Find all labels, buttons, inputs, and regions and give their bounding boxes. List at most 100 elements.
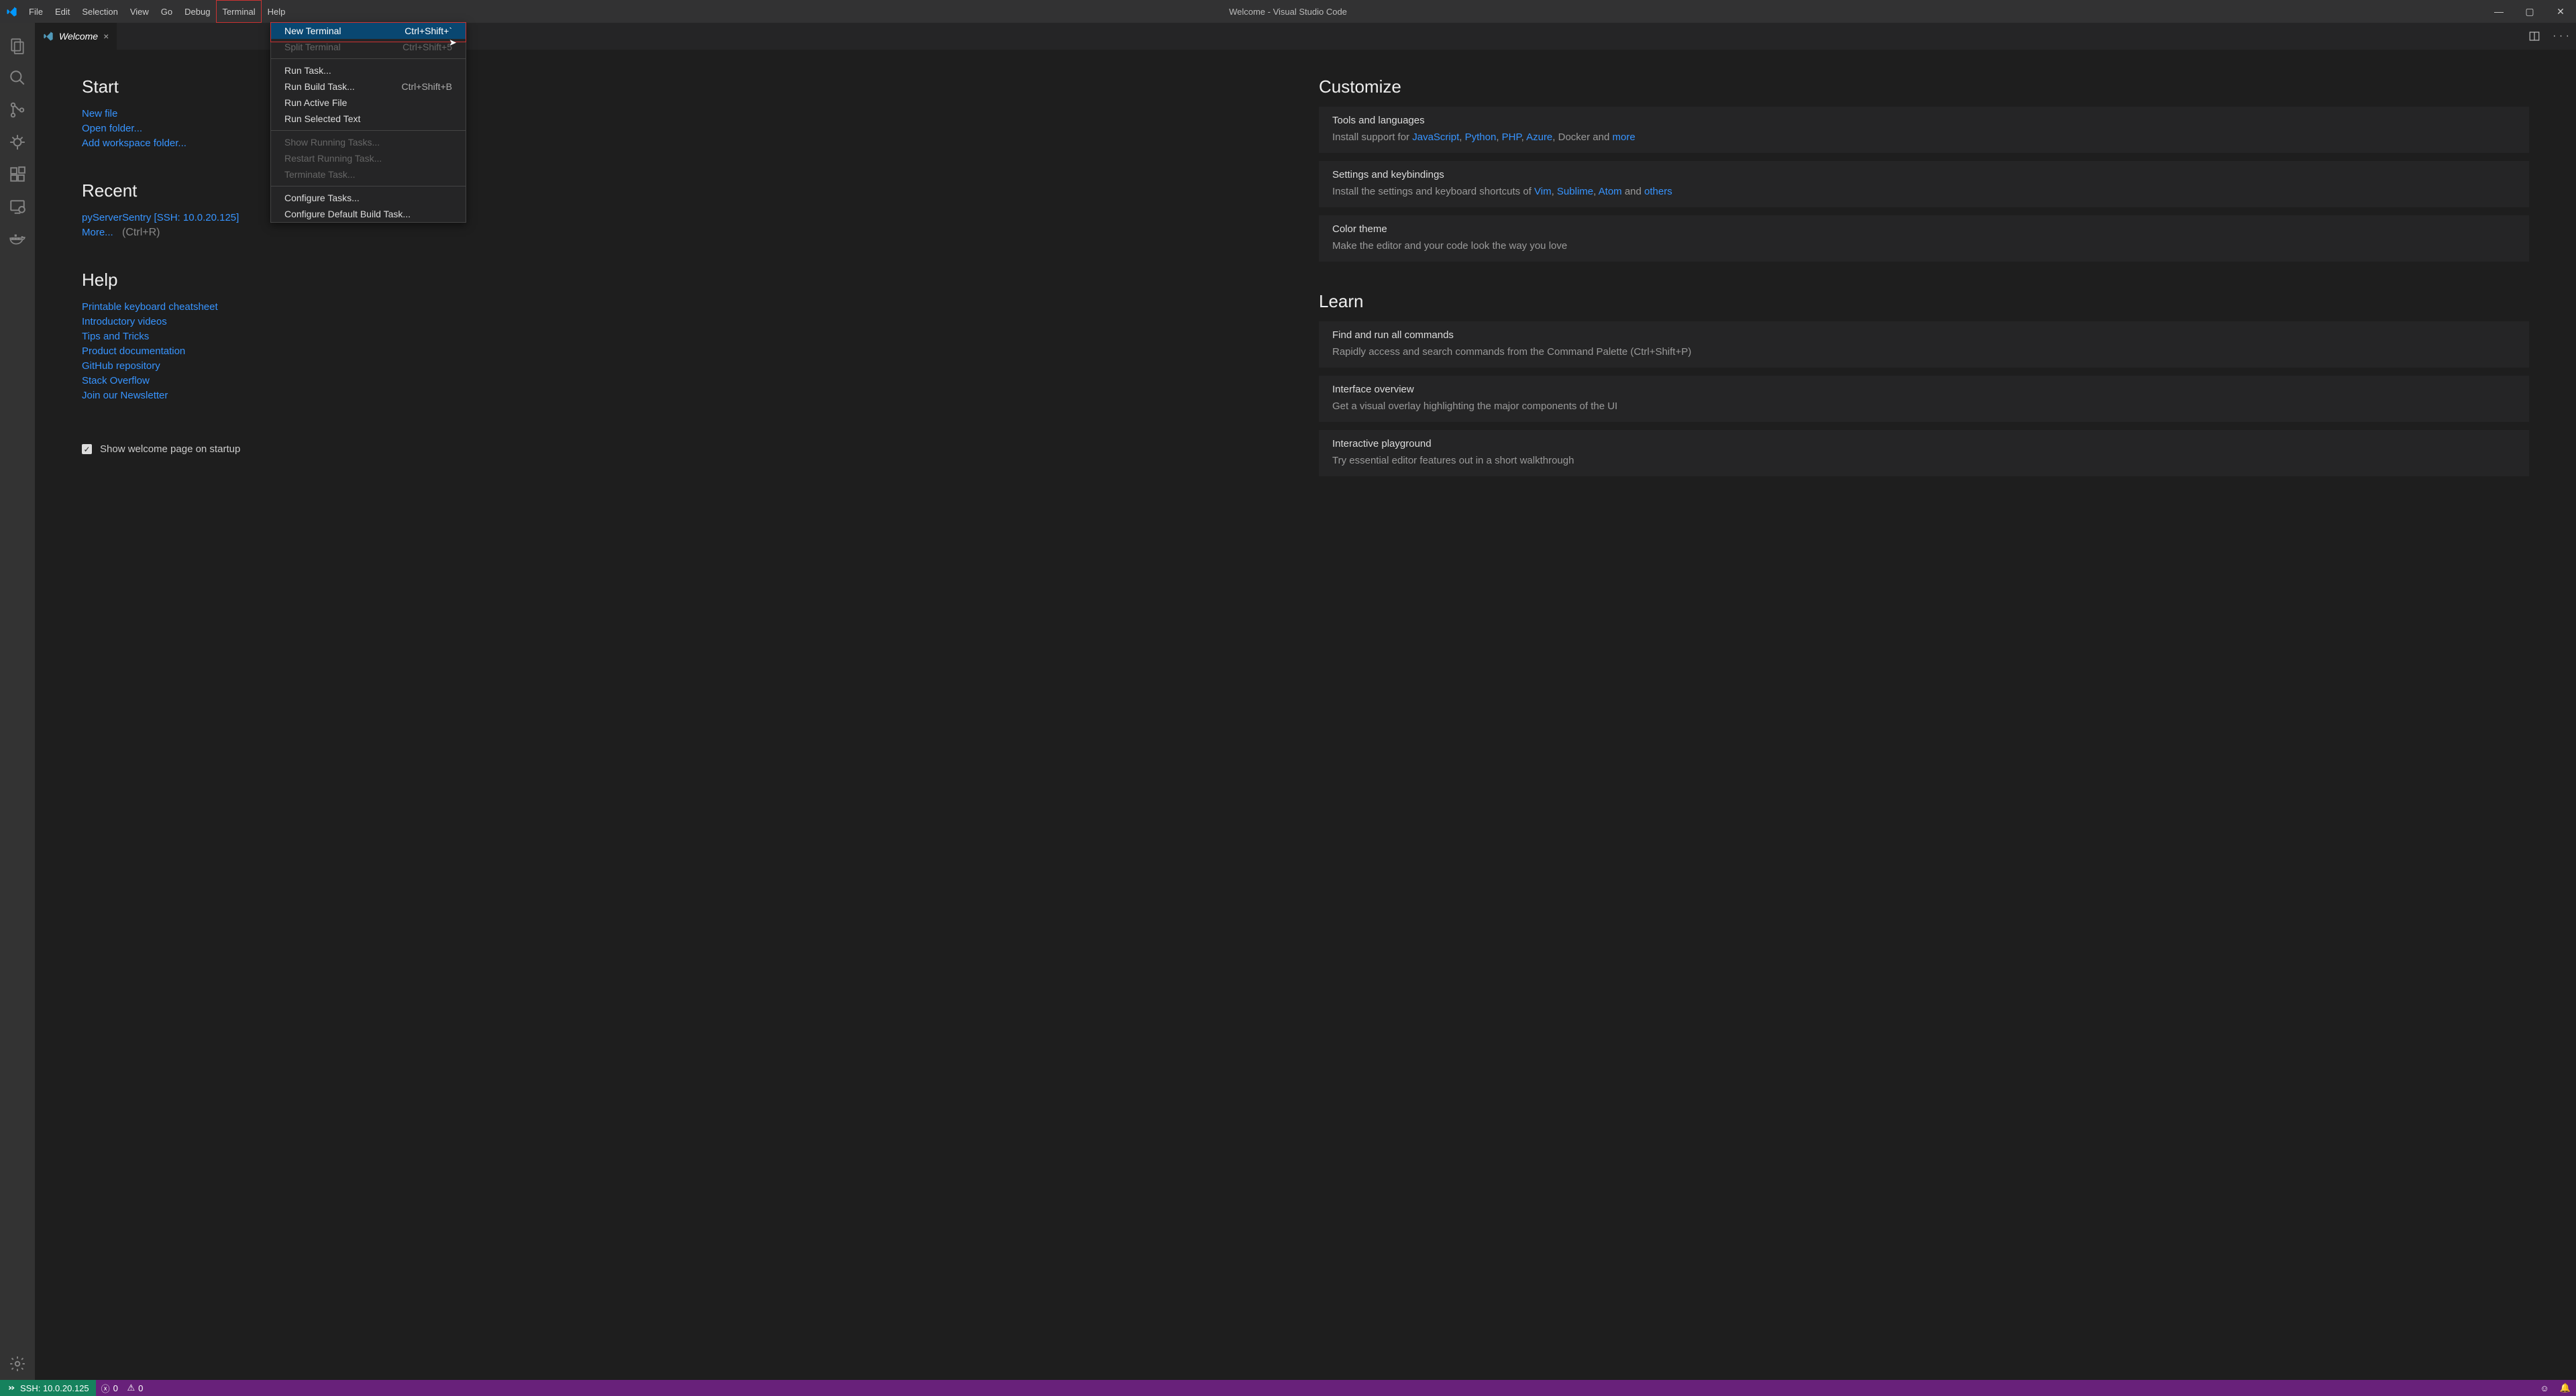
help-keyboard-cheatsheet[interactable]: Printable keyboard cheatsheet <box>82 301 218 313</box>
recent-more[interactable]: More... <box>82 227 113 238</box>
menu-item-new-terminal[interactable]: New TerminalCtrl+Shift+` <box>271 23 466 39</box>
menu-item-run-build-task[interactable]: Run Build Task... Ctrl+Shift+B <box>271 78 466 95</box>
source-control-icon[interactable] <box>1 94 34 126</box>
card-desc: Rapidly access and search commands from … <box>1332 345 2516 360</box>
link-others[interactable]: others <box>1644 186 1672 197</box>
start-heading: Start <box>82 76 1292 97</box>
menu-file[interactable]: File <box>23 0 49 23</box>
notifications-icon[interactable]: 🔔 <box>2555 1383 2576 1393</box>
menu-help[interactable]: Help <box>262 0 292 23</box>
card-interactive-playground[interactable]: Interactive playground Try essential edi… <box>1319 430 2529 476</box>
menu-item-label: Configure Default Build Task... <box>284 209 411 219</box>
menu-item-split-terminal: Split Terminal Ctrl+Shift+5 <box>271 39 466 55</box>
menu-view[interactable]: View <box>124 0 155 23</box>
menu-item-configure-tasks[interactable]: Configure Tasks... <box>271 190 466 206</box>
menu-item-shortcut: Ctrl+Shift+5 <box>402 42 452 52</box>
menu-terminal[interactable]: Terminal <box>216 0 261 23</box>
close-button[interactable]: ✕ <box>2545 0 2576 23</box>
card-title: Find and run all commands <box>1332 329 2516 341</box>
card-desc: Make the editor and your code look the w… <box>1332 239 2516 254</box>
menu-selection[interactable]: Selection <box>76 0 123 23</box>
menu-item-run-task[interactable]: Run Task... <box>271 62 466 78</box>
recent-section: Recent pyServerSentry [SSH: 10.0.20.125]… <box>82 180 1292 240</box>
help-tips-tricks[interactable]: Tips and Tricks <box>82 331 149 342</box>
menu-item-run-selected-text[interactable]: Run Selected Text <box>271 111 466 127</box>
more-actions-icon[interactable]: · · · <box>2553 30 2569 42</box>
start-open-folder[interactable]: Open folder... <box>82 123 142 134</box>
menu-item-restart-running-task: Restart Running Task... <box>271 150 466 166</box>
activity-bar <box>0 23 35 1380</box>
card-find-commands[interactable]: Find and run all commands Rapidly access… <box>1319 321 2529 368</box>
help-product-docs[interactable]: Product documentation <box>82 345 185 357</box>
link-atom[interactable]: Atom <box>1599 186 1622 197</box>
menu-item-label: Split Terminal <box>284 42 341 52</box>
tab-close-icon[interactable]: × <box>103 31 109 42</box>
link-php[interactable]: PHP <box>1502 131 1521 143</box>
feedback-icon[interactable]: ☺ <box>2535 1383 2555 1393</box>
menu-item-label: Run Task... <box>284 65 331 76</box>
link-javascript[interactable]: JavaScript <box>1412 131 1459 143</box>
menu-item-show-running-tasks: Show Running Tasks... <box>271 134 466 150</box>
welcome-page: Start New file Open folder... Add worksp… <box>35 50 2576 1380</box>
remote-indicator[interactable]: SSH: 10.0.20.125 <box>0 1380 96 1396</box>
menu-separator <box>271 130 466 131</box>
menu-item-run-active-file[interactable]: Run Active File <box>271 95 466 111</box>
tab-label: Welcome <box>59 31 98 42</box>
card-title: Interface overview <box>1332 384 2516 395</box>
menu-item-label: Restart Running Task... <box>284 153 382 164</box>
start-add-workspace-folder[interactable]: Add workspace folder... <box>82 138 186 149</box>
tab-welcome[interactable]: Welcome × <box>35 23 117 50</box>
menu-go[interactable]: Go <box>155 0 178 23</box>
recent-more-kb: (Ctrl+R) <box>122 227 160 238</box>
minimize-button[interactable]: — <box>2483 0 2514 23</box>
menu-item-label: Run Build Task... <box>284 81 355 92</box>
titlebar: File Edit Selection View Go Debug Termin… <box>0 0 2576 23</box>
card-settings-keybindings[interactable]: Settings and keybindings Install the set… <box>1319 161 2529 207</box>
status-bar: SSH: 10.0.20.125 ⓧ0 ⚠0 ☺ 🔔 <box>0 1380 2576 1396</box>
window-title: Welcome - Visual Studio Code <box>1229 7 1347 17</box>
menu-item-label: Run Selected Text <box>284 113 360 124</box>
help-newsletter[interactable]: Join our Newsletter <box>82 390 168 401</box>
split-editor-icon[interactable] <box>2528 30 2540 42</box>
show-welcome-checkbox-row[interactable]: ✓ Show welcome page on startup <box>82 443 1292 455</box>
search-icon[interactable] <box>1 62 34 94</box>
docker-icon[interactable] <box>1 223 34 255</box>
link-python[interactable]: Python <box>1465 131 1497 143</box>
remote-explorer-icon[interactable] <box>1 191 34 223</box>
card-title: Settings and keybindings <box>1332 169 2516 180</box>
explorer-icon[interactable] <box>1 30 34 62</box>
menu-debug[interactable]: Debug <box>178 0 216 23</box>
recent-heading: Recent <box>82 180 1292 201</box>
menu-item-configure-default-build-task[interactable]: Configure Default Build Task... <box>271 206 466 222</box>
remote-icon <box>7 1383 16 1393</box>
card-interface-overview[interactable]: Interface overview Get a visual overlay … <box>1319 376 2529 422</box>
error-icon: ⓧ <box>101 1382 110 1395</box>
checkbox-icon[interactable]: ✓ <box>82 444 92 454</box>
terminal-menu-dropdown: New TerminalCtrl+Shift+` Split Terminal Ct… <box>270 22 466 223</box>
start-new-file[interactable]: New file <box>82 108 117 119</box>
card-desc: Get a visual overlay highlighting the ma… <box>1332 399 2516 414</box>
card-color-theme[interactable]: Color theme Make the editor and your cod… <box>1319 215 2529 262</box>
link-more[interactable]: more <box>1613 131 1635 143</box>
maximize-button[interactable]: ▢ <box>2514 0 2545 23</box>
extensions-icon[interactable] <box>1 158 34 191</box>
menu-item-shortcut: Ctrl+Shift+B <box>402 81 452 92</box>
debug-icon[interactable] <box>1 126 34 158</box>
editor-area: Welcome × · · · New TerminalCtrl+Shift+`… <box>35 23 2576 1380</box>
card-title: Tools and languages <box>1332 115 2516 126</box>
learn-heading: Learn <box>1319 291 2529 312</box>
settings-gear-icon[interactable] <box>1 1348 34 1380</box>
menu-edit[interactable]: Edit <box>49 0 76 23</box>
problems-indicator[interactable]: ⓧ0 ⚠0 <box>96 1382 149 1395</box>
link-vim[interactable]: Vim <box>1534 186 1552 197</box>
link-sublime[interactable]: Sublime <box>1557 186 1593 197</box>
menu-item-label: Run Active File <box>284 97 347 108</box>
menu-item-label: Show Running Tasks... <box>284 137 380 148</box>
card-tools-languages[interactable]: Tools and languages Install support for … <box>1319 107 2529 153</box>
help-stack-overflow[interactable]: Stack Overflow <box>82 375 150 386</box>
help-github-repo[interactable]: GitHub repository <box>82 360 160 372</box>
recent-item[interactable]: pyServerSentry [SSH: 10.0.20.125] <box>82 212 239 223</box>
help-section: Help Printable keyboard cheatsheet Intro… <box>82 270 1292 403</box>
help-intro-videos[interactable]: Introductory videos <box>82 316 167 327</box>
link-azure[interactable]: Azure <box>1526 131 1552 143</box>
